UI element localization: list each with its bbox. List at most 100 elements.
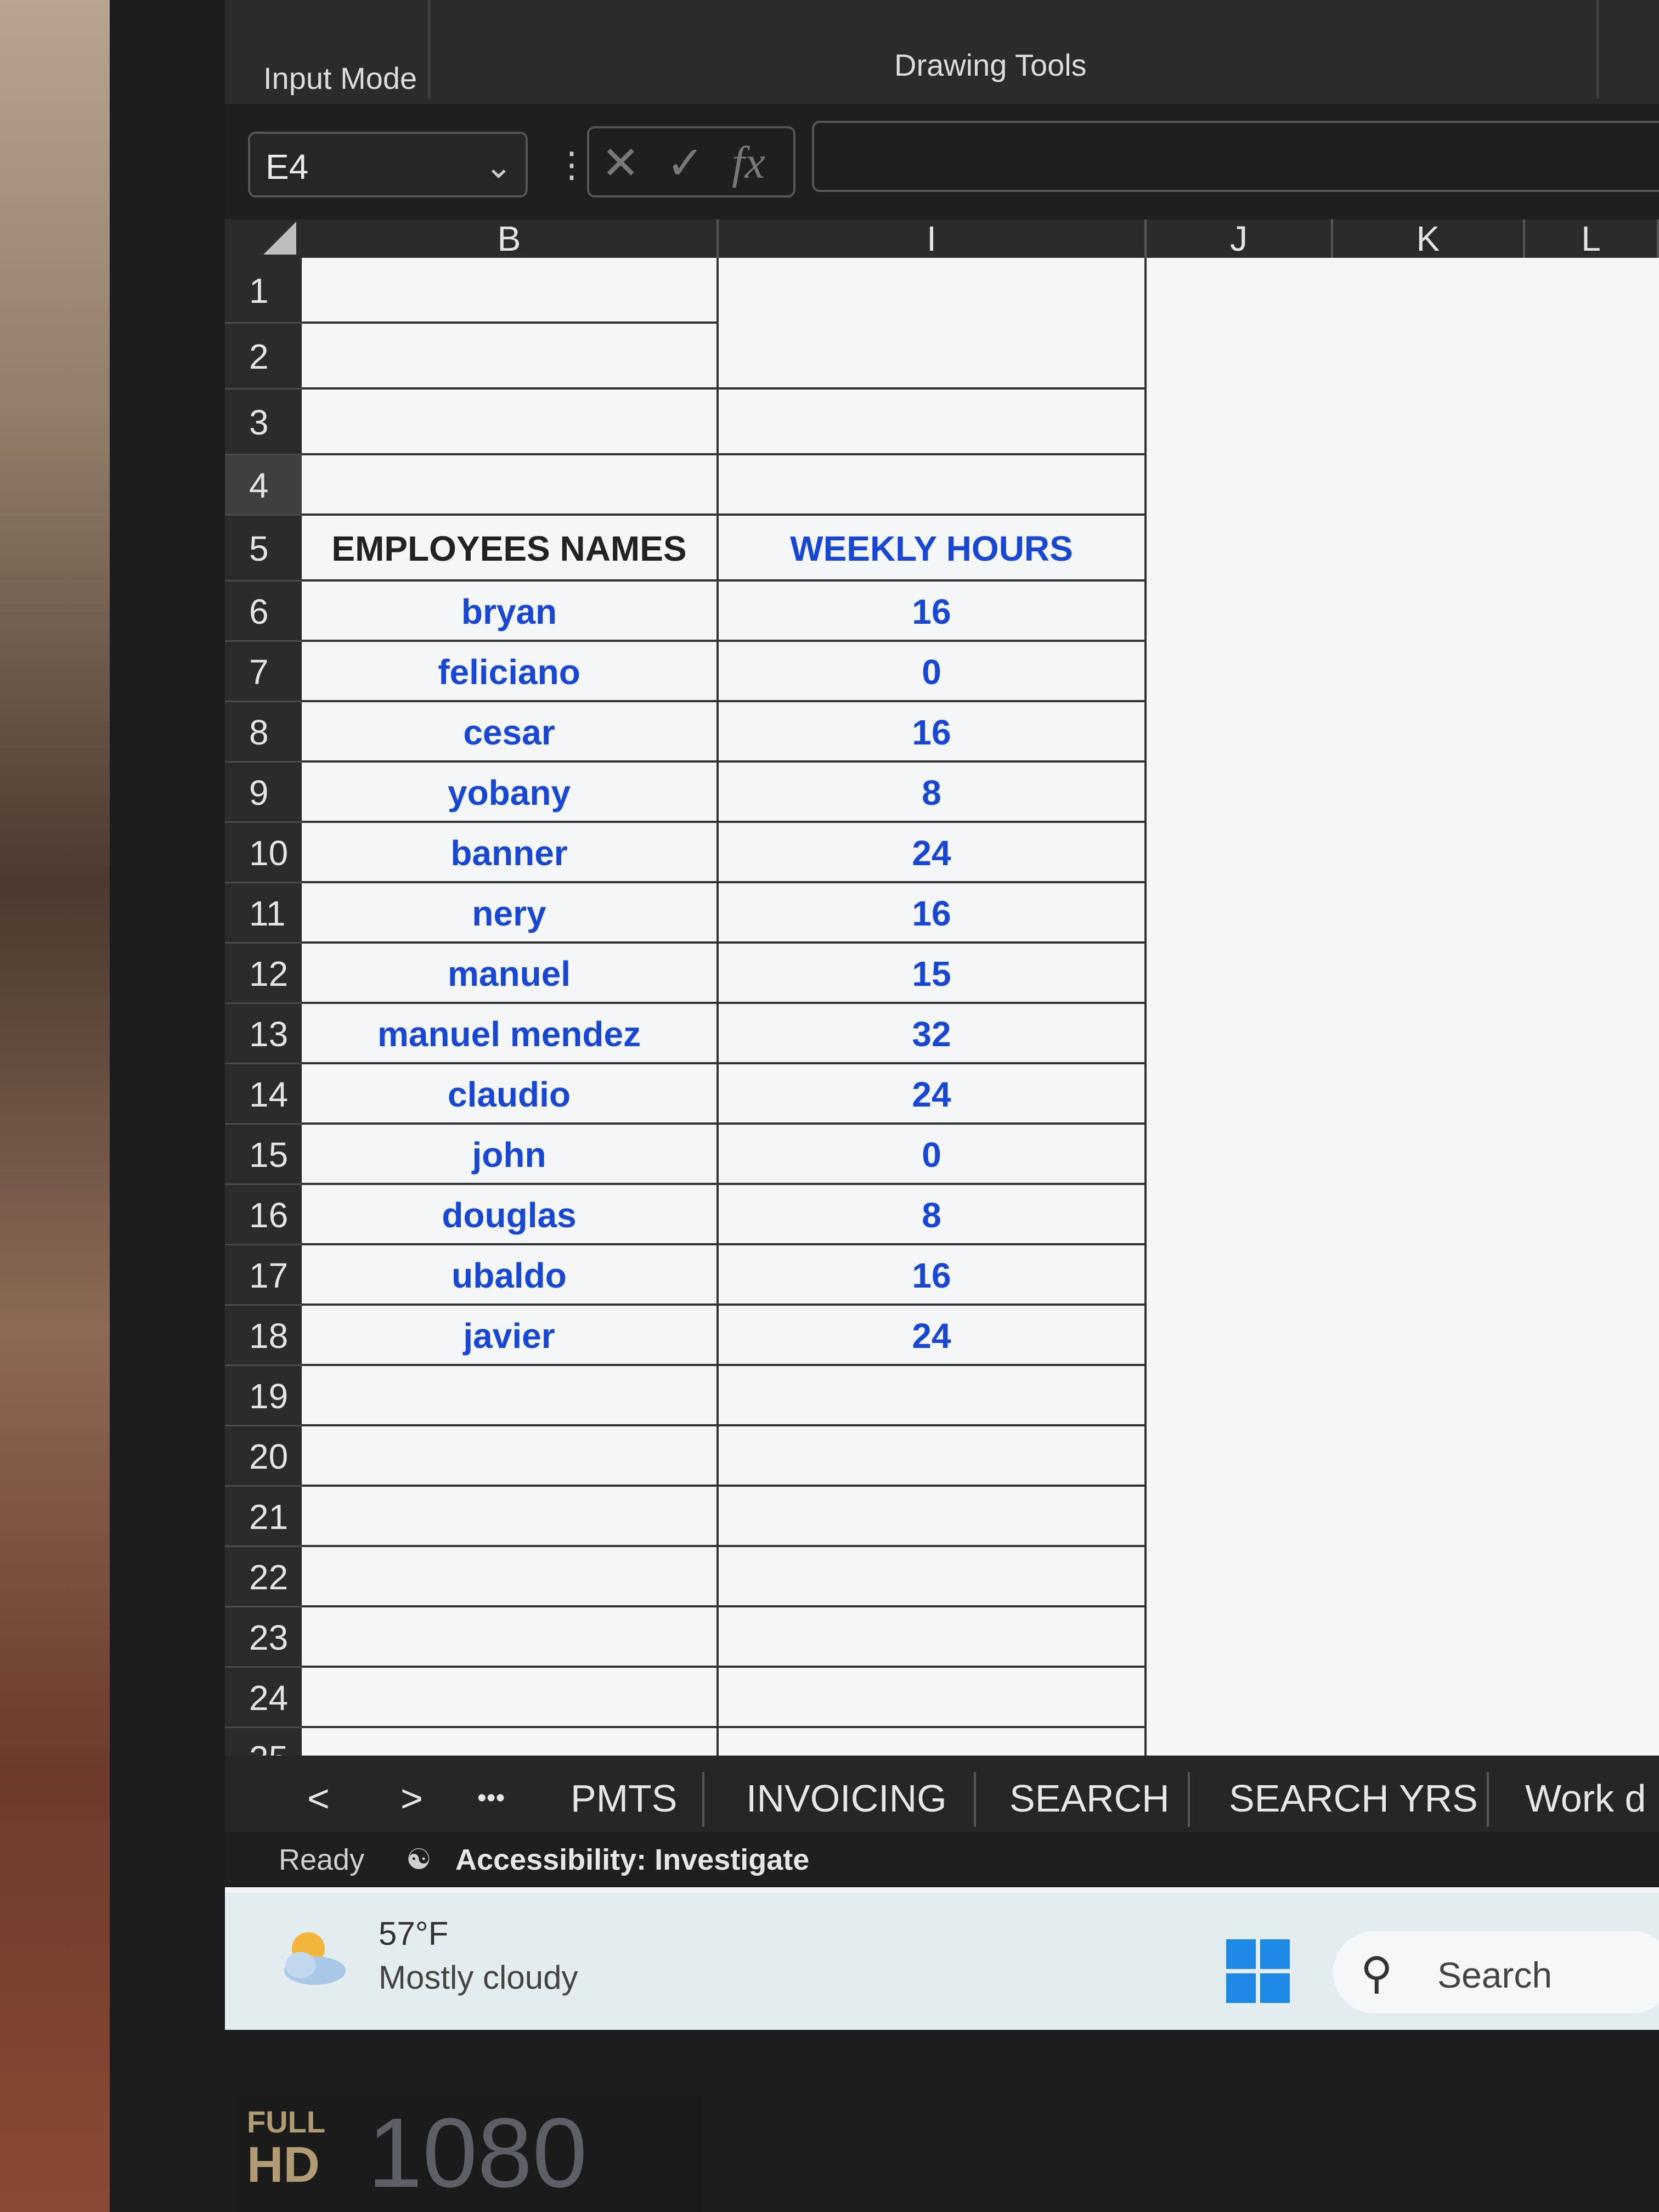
employee-name-cell[interactable]: john: [302, 1125, 719, 1185]
row-header[interactable]: 18: [225, 1306, 302, 1366]
empty-cell[interactable]: [719, 1487, 1147, 1547]
column-header-k[interactable]: K: [1333, 219, 1525, 258]
column-header-l[interactable]: L: [1525, 219, 1659, 258]
weekly-hours-cell[interactable]: 16: [719, 702, 1147, 763]
row-header[interactable]: 8: [225, 702, 302, 763]
weekly-hours-cell[interactable]: 0: [719, 642, 1147, 702]
more-options-icon[interactable]: ⋮: [554, 137, 589, 192]
empty-cell[interactable]: [302, 1426, 719, 1487]
weekly-hours-cell[interactable]: 32: [719, 1004, 1147, 1064]
empty-cell[interactable]: [302, 390, 719, 455]
empty-cell[interactable]: [719, 1547, 1147, 1607]
select-all-corner[interactable]: [225, 219, 302, 258]
weather-widget[interactable]: 57°F Mostly cloudy: [274, 1909, 658, 2019]
weekly-hours-cell[interactable]: 16: [719, 883, 1147, 944]
row-header[interactable]: 20: [225, 1426, 302, 1487]
employee-name-cell[interactable]: banner: [302, 823, 719, 883]
employee-name-cell[interactable]: javier: [302, 1306, 719, 1366]
empty-cell[interactable]: [719, 455, 1147, 516]
employee-name-cell[interactable]: ubaldo: [302, 1245, 719, 1306]
row-header[interactable]: 5: [225, 516, 302, 582]
weekly-hours-cell[interactable]: 0: [719, 1125, 1147, 1185]
fx-icon[interactable]: fx: [732, 136, 765, 189]
weekly-hours-cell[interactable]: 24: [719, 1064, 1147, 1125]
row-header[interactable]: 17: [225, 1245, 302, 1306]
weekly-hours-cell[interactable]: 15: [719, 944, 1147, 1004]
empty-cell[interactable]: [302, 1366, 719, 1426]
row-header[interactable]: 10: [225, 823, 302, 883]
empty-cell[interactable]: [302, 258, 719, 324]
accessibility-icon[interactable]: ☯: [406, 1832, 432, 1887]
empty-cell[interactable]: [719, 1607, 1147, 1668]
selected-cell-e4[interactable]: [1147, 455, 1333, 516]
row-header[interactable]: 15: [225, 1125, 302, 1185]
employee-name-cell[interactable]: bryan: [302, 582, 719, 642]
accessibility-status[interactable]: Accessibility: Investigate: [455, 1832, 809, 1887]
employee-name-cell[interactable]: claudio: [302, 1064, 719, 1125]
empty-cell[interactable]: [302, 1607, 719, 1668]
tab-pmts[interactable]: PMTS: [571, 1776, 677, 1820]
empty-cell[interactable]: [302, 324, 719, 390]
employee-name-cell[interactable]: feliciano: [302, 642, 719, 702]
row-header[interactable]: 7: [225, 642, 302, 702]
column-header-i[interactable]: I: [719, 219, 1147, 258]
weekly-hours-cell[interactable]: 8: [719, 1185, 1147, 1245]
employee-name-cell[interactable]: manuel: [302, 944, 719, 1004]
empty-cell[interactable]: [719, 1426, 1147, 1487]
windows-start-icon[interactable]: [1226, 1939, 1290, 2003]
row-header[interactable]: 14: [225, 1064, 302, 1125]
formula-bar: E4 ⌄ ⋮ ✕ ✓ fx: [225, 104, 1659, 219]
empty-cell[interactable]: [302, 1487, 719, 1547]
taskbar-search[interactable]: ⚲ Search: [1333, 1931, 1659, 2013]
column-header-j[interactable]: J: [1147, 219, 1333, 258]
weekly-hours-cell[interactable]: 24: [719, 823, 1147, 883]
next-sheet-button[interactable]: >: [400, 1776, 423, 1820]
employee-name-cell[interactable]: manuel mendez: [302, 1004, 719, 1064]
row-header[interactable]: 1: [225, 258, 302, 324]
row-header[interactable]: 21: [225, 1487, 302, 1547]
empty-cell[interactable]: [719, 390, 1147, 455]
close-icon[interactable]: ✕: [601, 136, 640, 190]
empty-cell[interactable]: [719, 258, 1147, 324]
column-header-b[interactable]: B: [302, 219, 719, 258]
row-header[interactable]: 23: [225, 1607, 302, 1668]
weekly-hours-cell[interactable]: 24: [719, 1306, 1147, 1366]
row-header[interactable]: 22: [225, 1547, 302, 1607]
empty-cell[interactable]: [719, 1366, 1147, 1426]
empty-cell[interactable]: [719, 324, 1147, 390]
name-box[interactable]: E4 ⌄: [248, 132, 528, 198]
weekly-hours-cell[interactable]: 8: [719, 763, 1147, 823]
row-header[interactable]: 24: [225, 1668, 302, 1728]
row-header[interactable]: 13: [225, 1004, 302, 1064]
weekly-hours-cell[interactable]: 16: [719, 1245, 1147, 1306]
row-header[interactable]: 9: [225, 763, 302, 823]
formula-input[interactable]: [812, 121, 1659, 192]
empty-cell[interactable]: [719, 1668, 1147, 1728]
more-sheets-button[interactable]: •••: [477, 1783, 505, 1813]
row-header[interactable]: 6: [225, 582, 302, 642]
row-header[interactable]: 3: [225, 390, 302, 455]
row-header[interactable]: 4: [225, 455, 302, 516]
row-header[interactable]: 12: [225, 944, 302, 1004]
empty-cell[interactable]: [302, 1547, 719, 1607]
chevron-down-icon[interactable]: ⌄: [485, 134, 512, 200]
row-header[interactable]: 11: [225, 883, 302, 944]
employee-name-cell[interactable]: nery: [302, 883, 719, 944]
employee-name-cell[interactable]: yobany: [302, 763, 719, 823]
tab-search-yrs[interactable]: SEARCH YRS: [1229, 1776, 1478, 1820]
employee-name-cell[interactable]: douglas: [302, 1185, 719, 1245]
weekly-hours-cell[interactable]: 16: [719, 582, 1147, 642]
tab-invoicing[interactable]: INVOICING: [746, 1776, 947, 1820]
prev-sheet-button[interactable]: <: [307, 1776, 330, 1820]
empty-cell[interactable]: [302, 1668, 719, 1728]
employee-name-cell[interactable]: cesar: [302, 702, 719, 763]
empty-cell[interactable]: [302, 455, 719, 516]
row-header[interactable]: 2: [225, 324, 302, 390]
header-weekly-hours[interactable]: WEEKLY HOURS: [719, 516, 1147, 582]
header-employees-names[interactable]: EMPLOYEES NAMES: [302, 516, 719, 582]
row-header[interactable]: 16: [225, 1185, 302, 1245]
tab-work-d[interactable]: Work d: [1525, 1776, 1646, 1820]
row-header[interactable]: 19: [225, 1366, 302, 1426]
tab-search[interactable]: SEARCH: [1009, 1776, 1170, 1820]
check-icon[interactable]: ✓: [666, 136, 704, 190]
